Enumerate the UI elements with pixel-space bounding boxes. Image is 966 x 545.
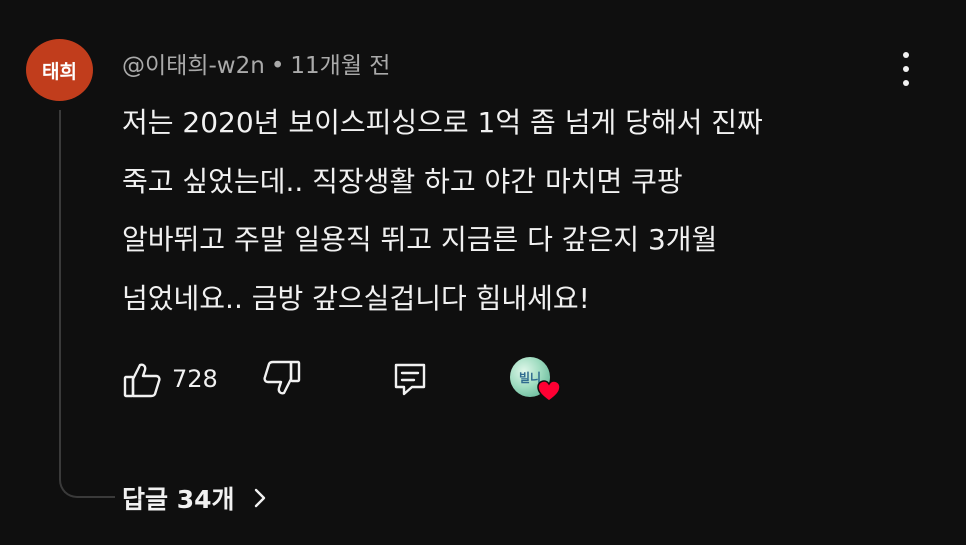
thread-connector-line xyxy=(59,110,115,498)
avatar[interactable]: 태희 xyxy=(26,39,93,101)
thumb-down-icon[interactable] xyxy=(262,359,302,397)
author-name[interactable]: @이태희-w2n xyxy=(122,53,265,79)
reply-icon[interactable] xyxy=(392,361,428,397)
comment-timestamp[interactable]: 11개월 전 xyxy=(290,53,390,79)
comment-line: 저는 2020년 보이스피싱으로 1억 좀 넘게 당해서 진짜 xyxy=(122,106,763,139)
more-vert-icon[interactable] xyxy=(894,52,918,86)
chevron-right-icon xyxy=(254,488,265,508)
comment-actions: 728 빌니 xyxy=(122,355,582,405)
comment-text: 저는 2020년 보이스피싱으로 1억 좀 넘게 당해서 진짜 죽고 싶었는데.… xyxy=(122,94,942,328)
thumb-up-icon[interactable] xyxy=(122,361,162,399)
comment-line: 넘었네요.. 금방 갚으실겁니다 힘내세요! xyxy=(122,281,590,315)
replies-label: 답글 34개 xyxy=(122,485,235,514)
creator-heart-badge: 빌니 xyxy=(510,357,561,405)
comment-line: 죽고 싶었는데.. 직장생활 하고 야간 마치면 쿠팡 xyxy=(122,164,683,198)
avatar-text: 태희 xyxy=(42,60,77,83)
meta-separator: • xyxy=(270,53,285,79)
heart-icon xyxy=(537,380,561,402)
comment-line: 알바뛰고 주말 일용직 뛰고 지금른 다 갚은지 3개월 xyxy=(122,223,718,256)
like-count: 728 xyxy=(172,365,218,393)
view-replies-button[interactable]: 답글 34개 xyxy=(122,480,267,516)
comment-thread: 태희 @이태희-w2n • 11개월 전 저는 2020년 보이스피싱으로 1억 좀… xyxy=(0,0,966,545)
comment-header: @이태희-w2n • 11개월 전 xyxy=(122,46,390,80)
